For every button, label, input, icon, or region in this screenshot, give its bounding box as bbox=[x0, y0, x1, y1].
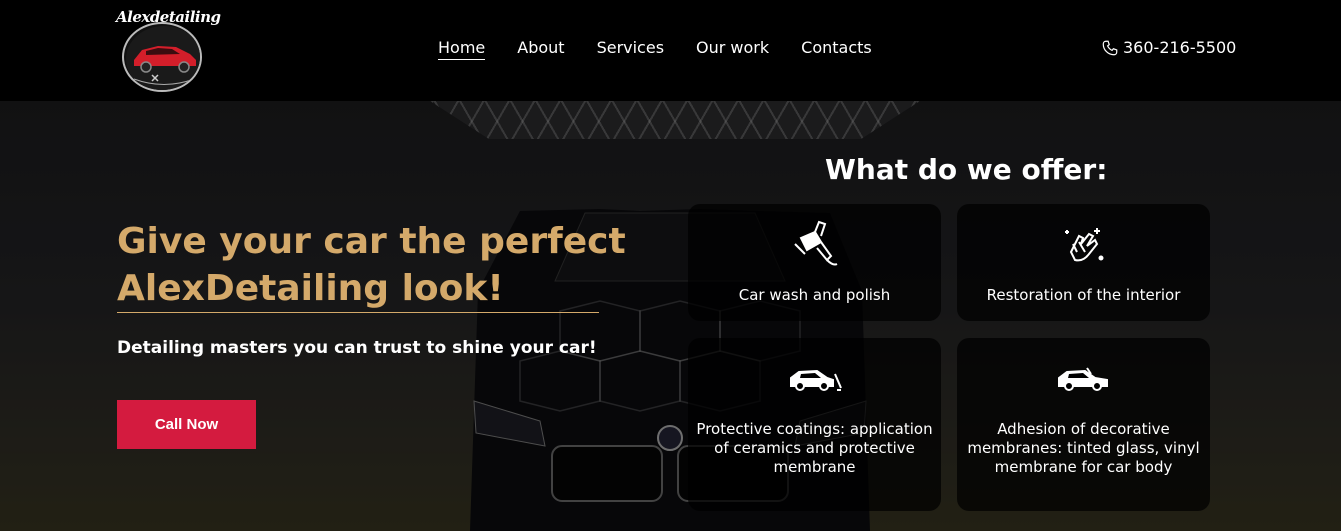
hero-title: Give your car the perfect AlexDetailing … bbox=[117, 218, 657, 312]
car-coating-icon bbox=[789, 369, 842, 391]
logo-badge bbox=[122, 22, 202, 92]
logo-wordmark: Alexdetailing bbox=[116, 8, 221, 26]
offer-card-label: Restoration of the interior bbox=[986, 286, 1181, 304]
polisher-icon bbox=[793, 220, 837, 266]
hand-sparkle-icon bbox=[1064, 228, 1103, 262]
offers-title: What do we offer: bbox=[825, 153, 1108, 186]
offer-card-protective-coatings[interactable]: Protective coatings: application of cera… bbox=[688, 338, 941, 511]
site-header: Alexdetailing Home About Services Our wo… bbox=[0, 0, 1341, 101]
hero-title-line1: Give your car the perfect bbox=[117, 221, 626, 262]
nav-about[interactable]: About bbox=[517, 38, 564, 60]
phone-number: 360-216-5500 bbox=[1123, 38, 1237, 57]
nav-our-work[interactable]: Our work bbox=[696, 38, 769, 60]
phone-icon bbox=[1102, 40, 1118, 55]
nav-services[interactable]: Services bbox=[597, 38, 664, 60]
red-car-icon bbox=[126, 26, 200, 90]
offer-card-label: Adhesion of decorative membranes: tinted… bbox=[967, 420, 1200, 476]
offer-card-decorative-membranes[interactable]: Adhesion of decorative membranes: tinted… bbox=[957, 338, 1210, 511]
call-now-button[interactable]: Call Now bbox=[117, 400, 256, 449]
hero-title-line2: AlexDetailing look! bbox=[117, 268, 504, 309]
nav-home[interactable]: Home bbox=[438, 38, 486, 60]
main-nav: Home About Services Our work Contacts bbox=[438, 38, 872, 60]
site-logo[interactable]: Alexdetailing bbox=[114, 8, 221, 92]
offer-card-label: Protective coatings: application of cera… bbox=[696, 420, 933, 476]
offer-card-label: Car wash and polish bbox=[738, 286, 891, 304]
hero-divider bbox=[117, 312, 599, 313]
car-film-icon bbox=[1057, 367, 1108, 391]
hero-subtitle: Detailing masters you can trust to shine… bbox=[117, 338, 597, 358]
offer-card-wash-polish[interactable]: Car wash and polish bbox=[688, 204, 941, 321]
phone-link[interactable]: 360-216-5500 bbox=[1101, 38, 1236, 57]
hero-section: Give your car the perfect AlexDetailing … bbox=[0, 101, 1341, 531]
offer-card-interior[interactable]: Restoration of the interior bbox=[957, 204, 1210, 321]
nav-contacts[interactable]: Contacts bbox=[801, 38, 872, 60]
